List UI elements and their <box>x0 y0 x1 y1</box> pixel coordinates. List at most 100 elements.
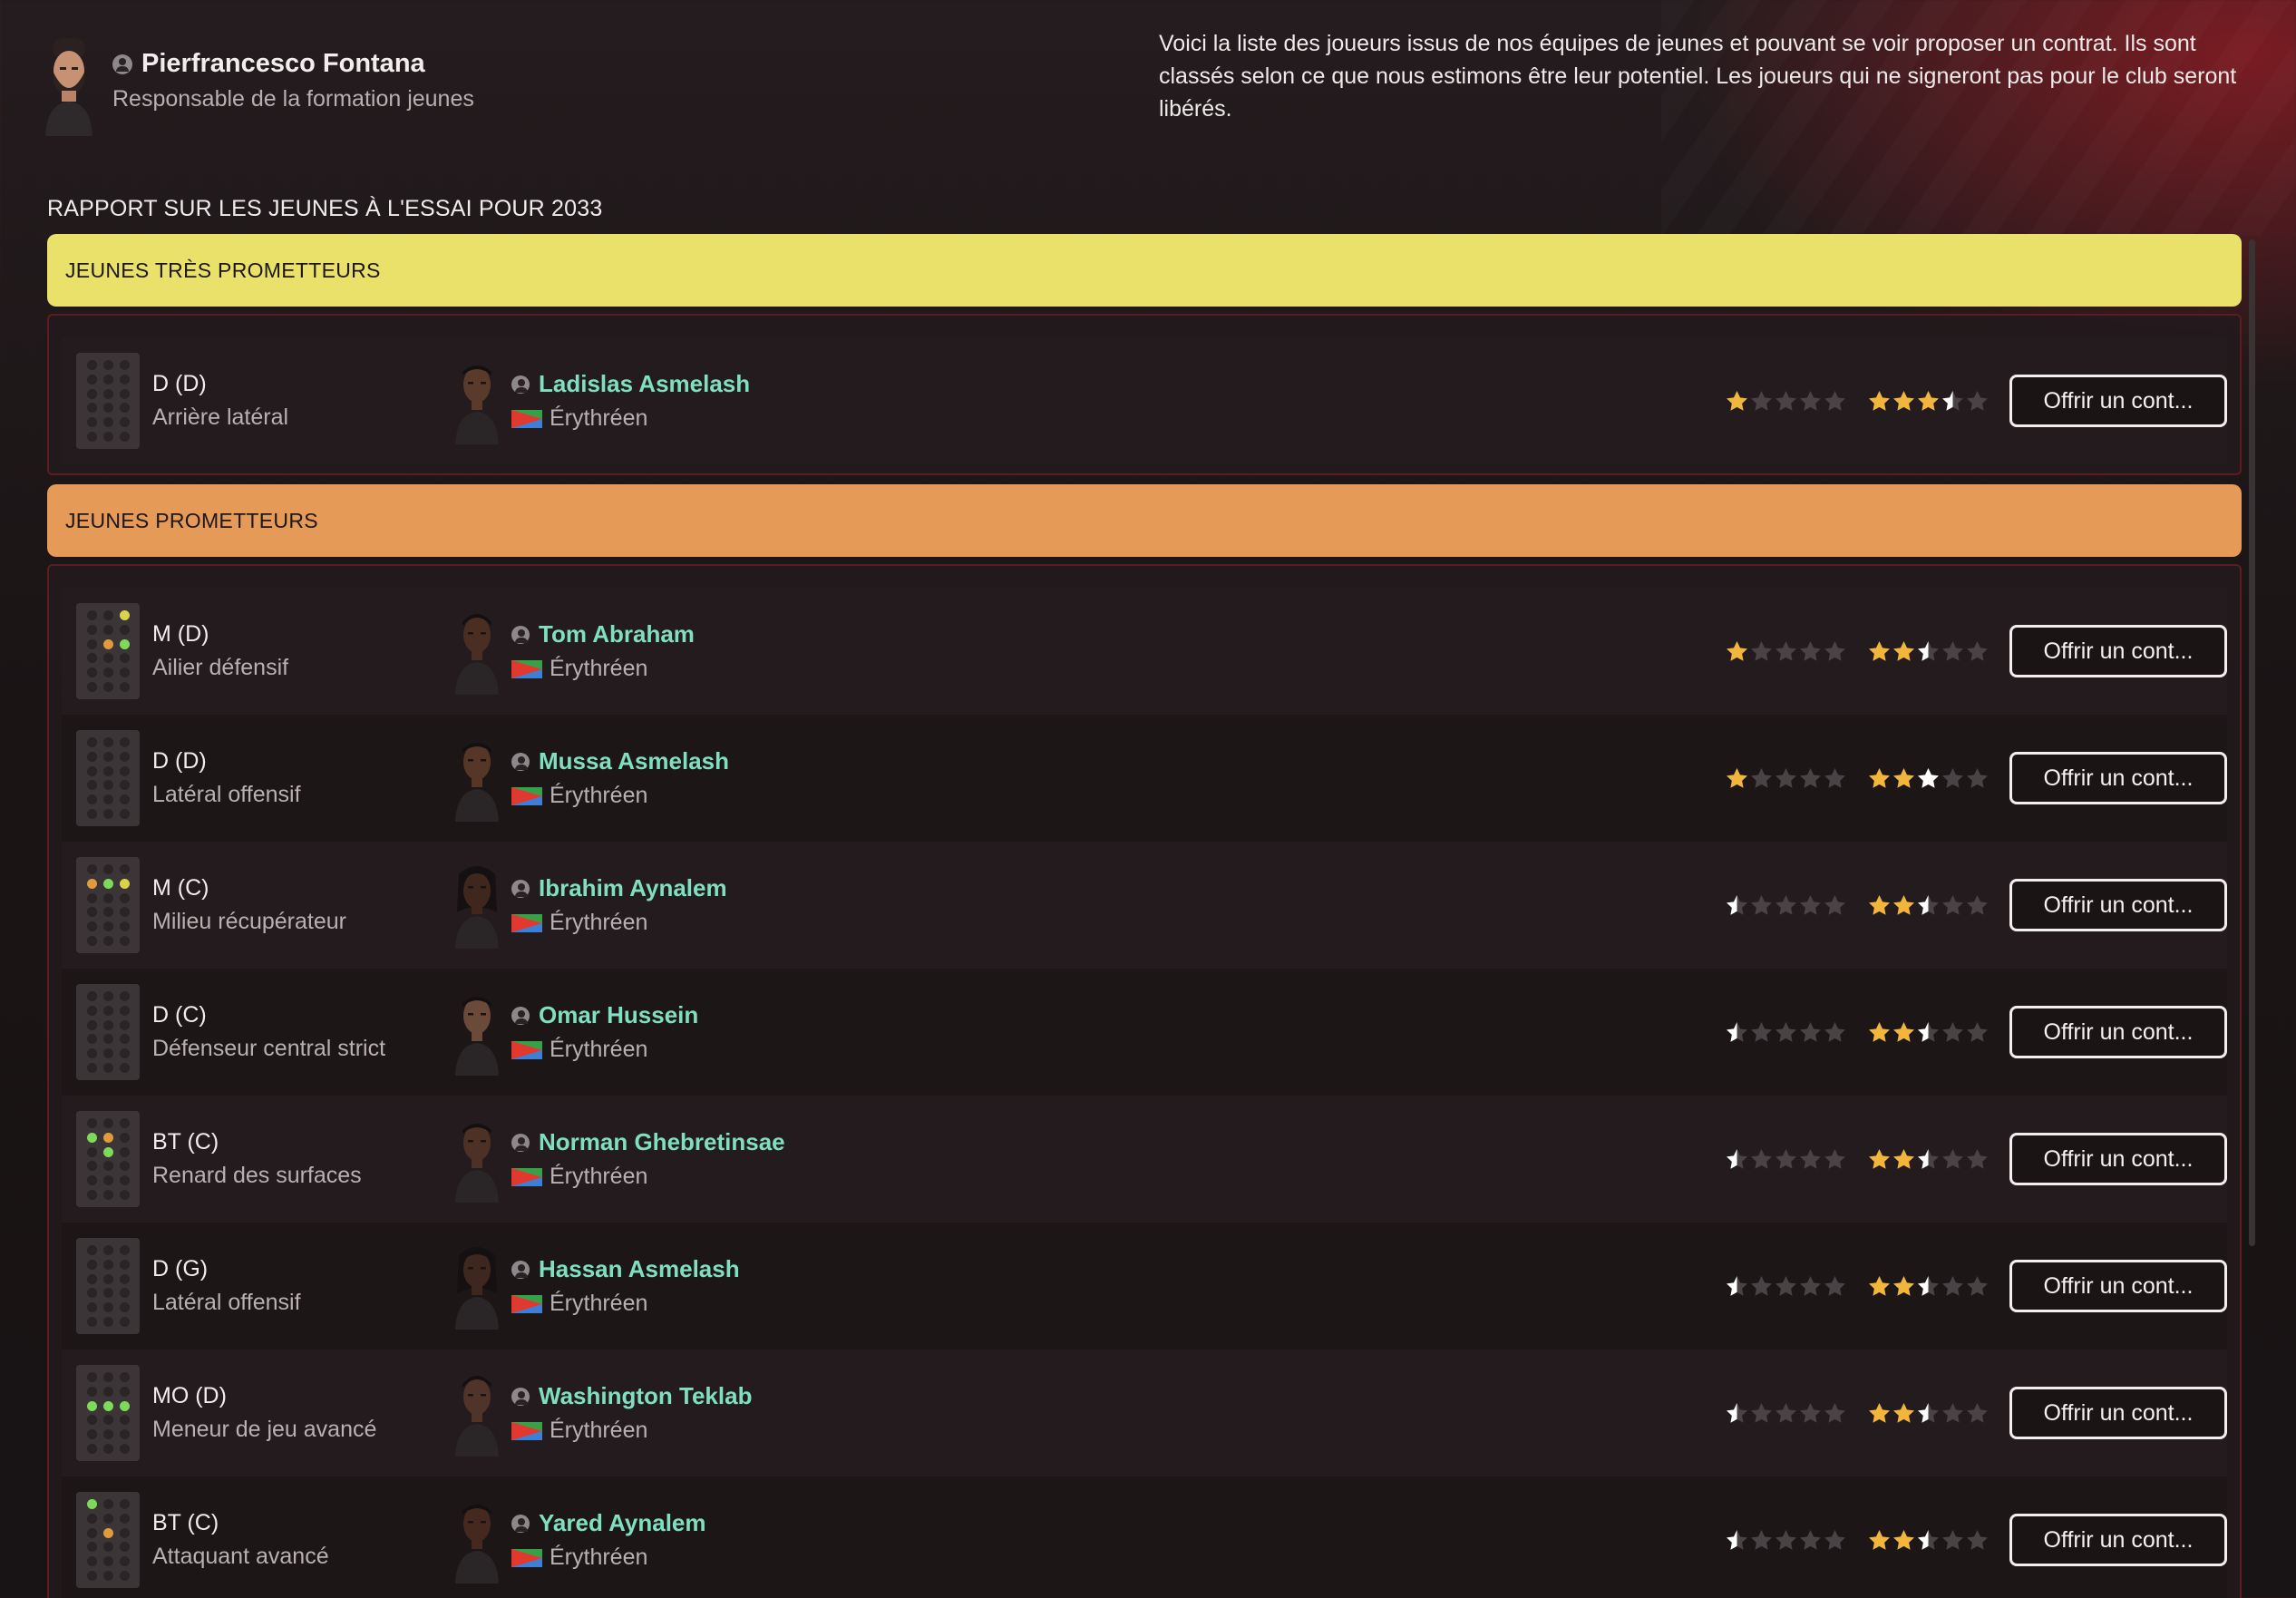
player-avatar <box>455 1376 499 1457</box>
current-ability-stars <box>1725 1147 1847 1172</box>
player-name-link[interactable]: Ladislas Asmelash <box>539 370 750 398</box>
star-full-icon <box>1727 767 1747 788</box>
player-name-link[interactable]: Washington Teklab <box>539 1382 752 1410</box>
player-name-link[interactable]: Norman Ghebretinsae <box>539 1128 785 1156</box>
position-cell: BT (C) Attaquant avancé <box>152 1510 452 1570</box>
player-cell: Mussa Asmelash Érythréen <box>511 747 1725 809</box>
star-empty-icon <box>1967 1529 1988 1550</box>
player-row[interactable]: D (C) Défenseur central strict Omar Hussei… <box>62 969 2227 1096</box>
potential-ability-stars <box>1867 639 1990 664</box>
offer-contract-button[interactable]: Offrir un cont... <box>2009 1514 2227 1566</box>
star-empty-icon <box>1751 767 1772 788</box>
star-empty-icon <box>1800 1148 1821 1169</box>
player-avatar <box>455 1247 499 1330</box>
star-empty-icon <box>1942 894 1963 915</box>
position-code: D (D) <box>152 371 207 396</box>
person-icon <box>511 1133 530 1152</box>
player-cell: Ibrahim Aynalem Érythréen <box>511 874 1725 936</box>
person-icon <box>511 1006 530 1025</box>
offer-contract-button[interactable]: Offrir un cont... <box>2009 1387 2227 1439</box>
player-nationality: Érythréen <box>550 1037 648 1062</box>
position-pitch-icon <box>76 1238 140 1334</box>
player-row[interactable]: D (D) Arrière latéral Ladislas Asmelash Éry… <box>62 337 2227 464</box>
position-code: BT (C) <box>152 1510 219 1535</box>
player-cell: Norman Ghebretinsae Érythréen <box>511 1128 1725 1190</box>
player-row[interactable]: BT (C) Attaquant avancé Yared Aynalem Éryth… <box>62 1476 2227 1598</box>
position-pitch-icon <box>76 1365 140 1461</box>
offer-contract-button[interactable]: Offrir un cont... <box>2009 752 2227 804</box>
eritrea-flag-icon <box>511 409 542 428</box>
star-full-icon <box>1869 1021 1890 1042</box>
offer-contract-button[interactable]: Offrir un cont... <box>2009 879 2227 931</box>
offer-contract-button[interactable]: Offrir un cont... <box>2009 1133 2227 1185</box>
player-row[interactable]: D (G) Latéral offensif Hassan Asmelash Éryt… <box>62 1223 2227 1350</box>
player-cell: Omar Hussein Érythréen <box>511 1001 1725 1063</box>
player-avatar <box>455 1505 499 1583</box>
star-empty-icon <box>1776 894 1796 915</box>
star-full-icon <box>1869 390 1890 411</box>
player-row[interactable]: BT (C) Renard des surfaces Norman Ghebreti… <box>62 1096 2227 1223</box>
player-row[interactable]: D (D) Latéral offensif Mussa Asmelash Éryth… <box>62 715 2227 842</box>
star-empty-icon <box>1751 894 1772 915</box>
staff-name[interactable]: Pierfrancesco Fontana <box>141 49 425 79</box>
player-nationality: Érythréen <box>550 783 648 808</box>
position-cell: BT (C) Renard des surfaces <box>152 1129 452 1189</box>
star-half-icon <box>1727 1402 1747 1423</box>
group-promising: M (D) Ailier défensif Tom Abraham Érythréen… <box>47 564 2242 1598</box>
star-empty-icon <box>1824 894 1845 915</box>
player-name-link[interactable]: Mussa Asmelash <box>539 747 729 775</box>
player-row[interactable]: MO (D) Meneur de jeu avancé Washington Tek… <box>62 1350 2227 1476</box>
position-code: M (D) <box>152 621 209 647</box>
star-half-icon <box>1918 894 1939 915</box>
offer-contract-button[interactable]: Offrir un cont... <box>2009 375 2227 427</box>
star-full-icon <box>1869 1402 1890 1423</box>
eritrea-flag-icon <box>511 786 542 805</box>
current-ability-stars <box>1725 639 1847 664</box>
player-name-link[interactable]: Omar Hussein <box>539 1001 698 1029</box>
current-ability-stars <box>1725 1020 1847 1045</box>
scrollbar[interactable] <box>2249 239 2255 1246</box>
position-pitch-icon <box>76 603 140 699</box>
offer-contract-button[interactable]: Offrir un cont... <box>2009 1006 2227 1058</box>
star-half-icon <box>1727 1148 1747 1169</box>
position-role: Meneur de jeu avancé <box>152 1417 377 1442</box>
offer-contract-button[interactable]: Offrir un cont... <box>2009 625 2227 677</box>
player-row[interactable]: M (D) Ailier défensif Tom Abraham Érythréen… <box>62 588 2227 715</box>
star-empty-icon <box>1824 1275 1845 1296</box>
player-avatar <box>455 1124 499 1203</box>
person-icon <box>511 1387 530 1406</box>
star-empty-icon <box>1824 390 1845 411</box>
player-nationality: Érythréen <box>550 910 648 935</box>
star-full-icon <box>1869 1148 1890 1169</box>
star-empty-icon <box>1776 1402 1796 1423</box>
position-pitch-icon <box>76 857 140 953</box>
star-half-icon <box>1942 390 1963 411</box>
star-half-icon <box>1727 894 1747 915</box>
star-empty-icon <box>1942 1021 1963 1042</box>
star-empty-icon <box>1967 640 1988 661</box>
star-empty-icon <box>1751 1275 1772 1296</box>
staff-role: Responsable de la formation jeunes <box>112 86 474 112</box>
star-full-icon <box>1893 1021 1914 1042</box>
player-name-link[interactable]: Tom Abraham <box>539 620 695 648</box>
player-name-link[interactable]: Ibrahim Aynalem <box>539 874 727 902</box>
star-empty-icon <box>1776 767 1796 788</box>
position-code: D (C) <box>152 1002 207 1028</box>
player-name-link[interactable]: Yared Aynalem <box>539 1509 706 1537</box>
star-half-icon <box>1727 1529 1747 1550</box>
person-icon <box>511 375 530 394</box>
star-full-icon <box>1893 894 1914 915</box>
staff-header: Pierfrancesco Fontana Responsable de la … <box>44 36 474 136</box>
staff-info: Pierfrancesco Fontana Responsable de la … <box>112 49 474 112</box>
player-name-link[interactable]: Hassan Asmelash <box>539 1255 740 1283</box>
player-row[interactable]: M (C) Milieu récupérateur Ibrahim Aynalem É… <box>62 842 2227 969</box>
offer-contract-button[interactable]: Offrir un cont... <box>2009 1260 2227 1312</box>
star-empty-icon <box>1800 894 1821 915</box>
staff-avatar <box>45 38 92 136</box>
star-empty-icon <box>1967 1275 1988 1296</box>
star-half-icon <box>1918 1275 1939 1296</box>
star-full-icon <box>1869 1529 1890 1550</box>
group-header-very-promising: JEUNES TRÈS PROMETTEURS <box>47 234 2242 307</box>
star-empty-icon <box>1942 1275 1963 1296</box>
position-code: BT (C) <box>152 1129 219 1155</box>
